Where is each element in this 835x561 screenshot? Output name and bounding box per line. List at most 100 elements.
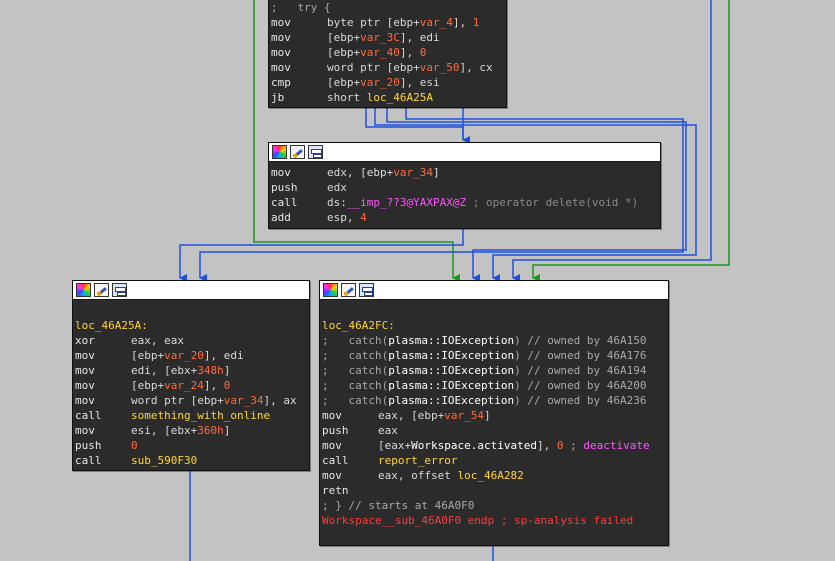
variable: var_54 [444, 409, 484, 422]
operand: ], cx [459, 61, 493, 74]
jump-target[interactable]: loc_46A25A [367, 91, 433, 104]
number: 348h [197, 364, 224, 377]
variable: var_40 [360, 46, 400, 59]
catch-comment: ; catch(plasma::IOException) // owned by… [322, 363, 668, 378]
mnemonic: mov [271, 61, 291, 74]
edit-icon[interactable] [94, 283, 109, 297]
mnemonic: mov [75, 424, 95, 437]
graph-icon[interactable] [308, 145, 323, 159]
instruction-line[interactable]: call ds:__imp_??3@YAXPAX@Z ; operator del… [271, 195, 660, 210]
operand: ], [399, 46, 420, 59]
mnemonic: call [75, 454, 102, 467]
instruction-line[interactable]: jb short loc_46A25A [271, 90, 506, 105]
code-block-loc-46a2fc[interactable]: loc_46A2FC: ; catch(plasma::IOException)… [319, 280, 669, 546]
instruction-line[interactable]: mov edi, [ebx+348h] [75, 363, 309, 378]
variable: var_4 [419, 16, 453, 29]
operand: byte ptr [ebp+ [327, 16, 420, 29]
mnemonic: call [271, 196, 298, 209]
instruction-line[interactable]: mov edx, [ebp+var_34] [271, 165, 660, 180]
operand: [ebp+ [131, 349, 165, 362]
instruction-line[interactable]: mov word ptr [ebp+var_34], ax [75, 393, 309, 408]
instruction-line[interactable]: mov word ptr [ebp+var_50], cx [271, 60, 506, 75]
palette-icon[interactable] [272, 145, 287, 159]
graph-icon[interactable] [359, 283, 374, 297]
number: 360h [197, 424, 224, 437]
instruction-line[interactable]: call report_error [322, 453, 668, 468]
catch-comment: ; catch(plasma::IOException) // owned by… [322, 348, 668, 363]
edge-green-right [532, 0, 730, 282]
instruction-line[interactable]: push 0 [75, 438, 309, 453]
operand: ds: [327, 196, 347, 209]
mnemonic: retn [322, 484, 349, 497]
operand: word ptr [ebp+ [327, 61, 420, 74]
comment: ; catch( [322, 364, 389, 377]
operand: [ebp+ [327, 31, 361, 44]
edge-to-loc-46A25A-a [179, 228, 464, 282]
code-block-delete[interactable]: mov edx, [ebp+var_34] push edx call ds:__im… [268, 142, 661, 229]
block-label[interactable]: loc_46A2FC: [322, 318, 668, 333]
comment: ) // owned by 46A194 [514, 364, 647, 377]
instruction-line[interactable]: xor eax, eax [75, 333, 309, 348]
block-label[interactable]: loc_46A25A: [75, 318, 309, 333]
instruction-line[interactable]: mov [eax+Workspace.activated], 0 ; deacti… [322, 438, 668, 453]
palette-icon[interactable] [323, 283, 338, 297]
instruction-line[interactable]: add esp, 4 [271, 210, 660, 225]
block-header [269, 143, 660, 162]
instruction-line[interactable]: mov [ebp+var_3C], edi [271, 30, 506, 45]
mnemonic: mov [271, 31, 291, 44]
operand: eax, [ebp+ [378, 409, 445, 422]
endp-comment: endp ; sp-analysis failed [461, 514, 634, 527]
try-comment: ; try { [271, 1, 331, 14]
endp-line: Workspace__sub_46A0F0 endp ; sp-analysis… [322, 513, 668, 528]
edit-icon[interactable] [341, 283, 356, 297]
instruction-line[interactable]: cmp [ebp+var_20], esi [271, 75, 506, 90]
operand: ], edi [399, 31, 440, 44]
class-name: plasma::IOException [388, 394, 515, 407]
class-name: plasma::IOException [388, 379, 515, 392]
instruction-line[interactable]: mov eax, offset loc_46A282 [322, 468, 668, 483]
call-target[interactable]: report_error [378, 454, 457, 467]
comment-highlight: deactivate [583, 439, 650, 452]
comment: ) // owned by 46A176 [514, 349, 647, 362]
instruction-line[interactable]: retn [322, 483, 668, 498]
code-block-loc-46a25a[interactable]: loc_46A25A: xor eax, eax mov [ebp+var_20],… [72, 280, 310, 471]
instruction-line[interactable]: mov [ebp+var_40], 0 [271, 45, 506, 60]
instruction-line[interactable]: mov [ebp+var_20], edi [75, 348, 309, 363]
call-target[interactable]: sub_590F30 [131, 454, 197, 467]
edit-icon[interactable] [290, 145, 305, 159]
mnemonic: cmp [271, 76, 291, 89]
class-name: plasma::IOException [388, 334, 515, 347]
operand: [eax+ [378, 439, 412, 452]
instruction-line[interactable]: mov esi, [ebx+360h] [75, 423, 309, 438]
graph-icon[interactable] [112, 283, 127, 297]
import-symbol[interactable]: __imp_??3@YAXPAX@Z [347, 196, 466, 209]
instruction-line[interactable]: push edx [271, 180, 660, 195]
instruction-line[interactable]: mov [ebp+var_24], 0 [75, 378, 309, 393]
variable: var_50 [419, 61, 460, 74]
instruction-line[interactable]: mov eax, [ebp+var_54] [322, 408, 668, 423]
operand: ] [483, 409, 491, 422]
mnemonic: mov [271, 46, 291, 59]
function-name[interactable]: Workspace__sub_46A0F0 [322, 514, 461, 527]
operand: ], [536, 439, 557, 452]
operand: eax, eax [131, 334, 184, 347]
jump-target[interactable]: loc_46A282 [457, 469, 523, 482]
call-target[interactable]: something_with_online [131, 409, 270, 422]
operand: ] [432, 166, 440, 179]
instruction-line[interactable]: mov byte ptr [ebp+var_4], 1 [271, 15, 506, 30]
comment: ; catch( [322, 334, 389, 347]
operand: ], [203, 379, 224, 392]
variable: var_34 [393, 166, 433, 179]
operand: ], edi [203, 349, 244, 362]
code-block-top[interactable]: ; try { mov byte ptr [ebp+var_4], 1 mov [e… [268, 0, 507, 108]
number: 0 [419, 46, 427, 59]
mnemonic: jb [271, 91, 285, 104]
comment: ; [563, 439, 584, 452]
instruction-line[interactable]: call something_with_online [75, 408, 309, 423]
operand: ] [223, 424, 231, 437]
number: 0 [131, 439, 138, 452]
instruction-line[interactable]: push eax [322, 423, 668, 438]
instruction-line[interactable]: call sub_590F30 [75, 453, 309, 468]
number: 1 [472, 16, 480, 29]
palette-icon[interactable] [76, 283, 91, 297]
